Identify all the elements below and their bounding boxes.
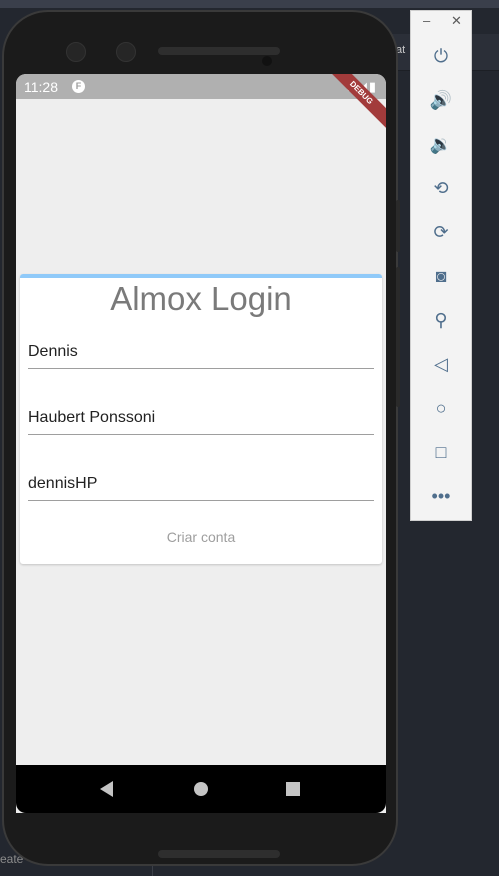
status-time: 11:28 [24, 79, 58, 95]
phone-side-button [396, 200, 400, 252]
login-card: Almox Login Criar conta [20, 274, 382, 564]
username-field[interactable] [28, 468, 374, 501]
camera-icon[interactable]: ◙ [429, 264, 453, 288]
first-name-input[interactable] [28, 336, 374, 368]
nav-home-icon[interactable] [194, 782, 208, 796]
minimize-icon[interactable]: – [423, 13, 430, 28]
create-account-button[interactable]: Criar conta [20, 528, 382, 546]
power-icon[interactable]: ⏻ [429, 44, 453, 68]
username-input[interactable] [28, 468, 374, 500]
first-name-field[interactable] [28, 336, 374, 369]
front-camera [66, 42, 86, 62]
phone-screen: 11:28 F ▼◢▮ DEBUG Almox Login Criar cont… [16, 74, 386, 813]
ide-top-strip [0, 0, 499, 8]
proximity-sensor [262, 56, 272, 66]
more-icon[interactable]: ••• [429, 484, 453, 508]
volume-up-icon[interactable]: 🔊 [429, 88, 453, 112]
rotate-left-icon[interactable]: ⟲ [429, 176, 453, 200]
volume-down-icon[interactable]: 🔉 [429, 132, 453, 156]
emulator-titlebar: – ✕ [411, 11, 471, 33]
android-nav-bar [16, 765, 386, 813]
zoom-icon[interactable]: ⚲ [429, 308, 453, 332]
nav-back-icon[interactable] [100, 781, 113, 797]
page-title: Almox Login [110, 280, 292, 317]
home-icon[interactable]: ○ [429, 396, 453, 420]
close-icon[interactable]: ✕ [451, 13, 462, 29]
earpiece-speaker [158, 47, 280, 55]
phone-side-button [396, 267, 400, 407]
back-icon[interactable]: ◁ [429, 352, 453, 376]
last-name-input[interactable] [28, 402, 374, 434]
progress-bar [20, 274, 382, 278]
front-sensor [116, 42, 136, 62]
rotate-right-icon[interactable]: ⟳ [429, 220, 453, 244]
bottom-speaker [158, 850, 280, 858]
status-bar: 11:28 F ▼◢▮ DEBUG [16, 74, 386, 130]
nav-recents-icon[interactable] [286, 782, 300, 796]
emulator-toolbar: – ✕ ⏻ 🔊 🔉 ⟲ ⟳ ◙ ⚲ ◁ ○ □ ••• [410, 10, 472, 521]
overview-icon[interactable]: □ [429, 440, 453, 464]
app-notification-icon: F [72, 80, 85, 93]
last-name-field[interactable] [28, 402, 374, 435]
